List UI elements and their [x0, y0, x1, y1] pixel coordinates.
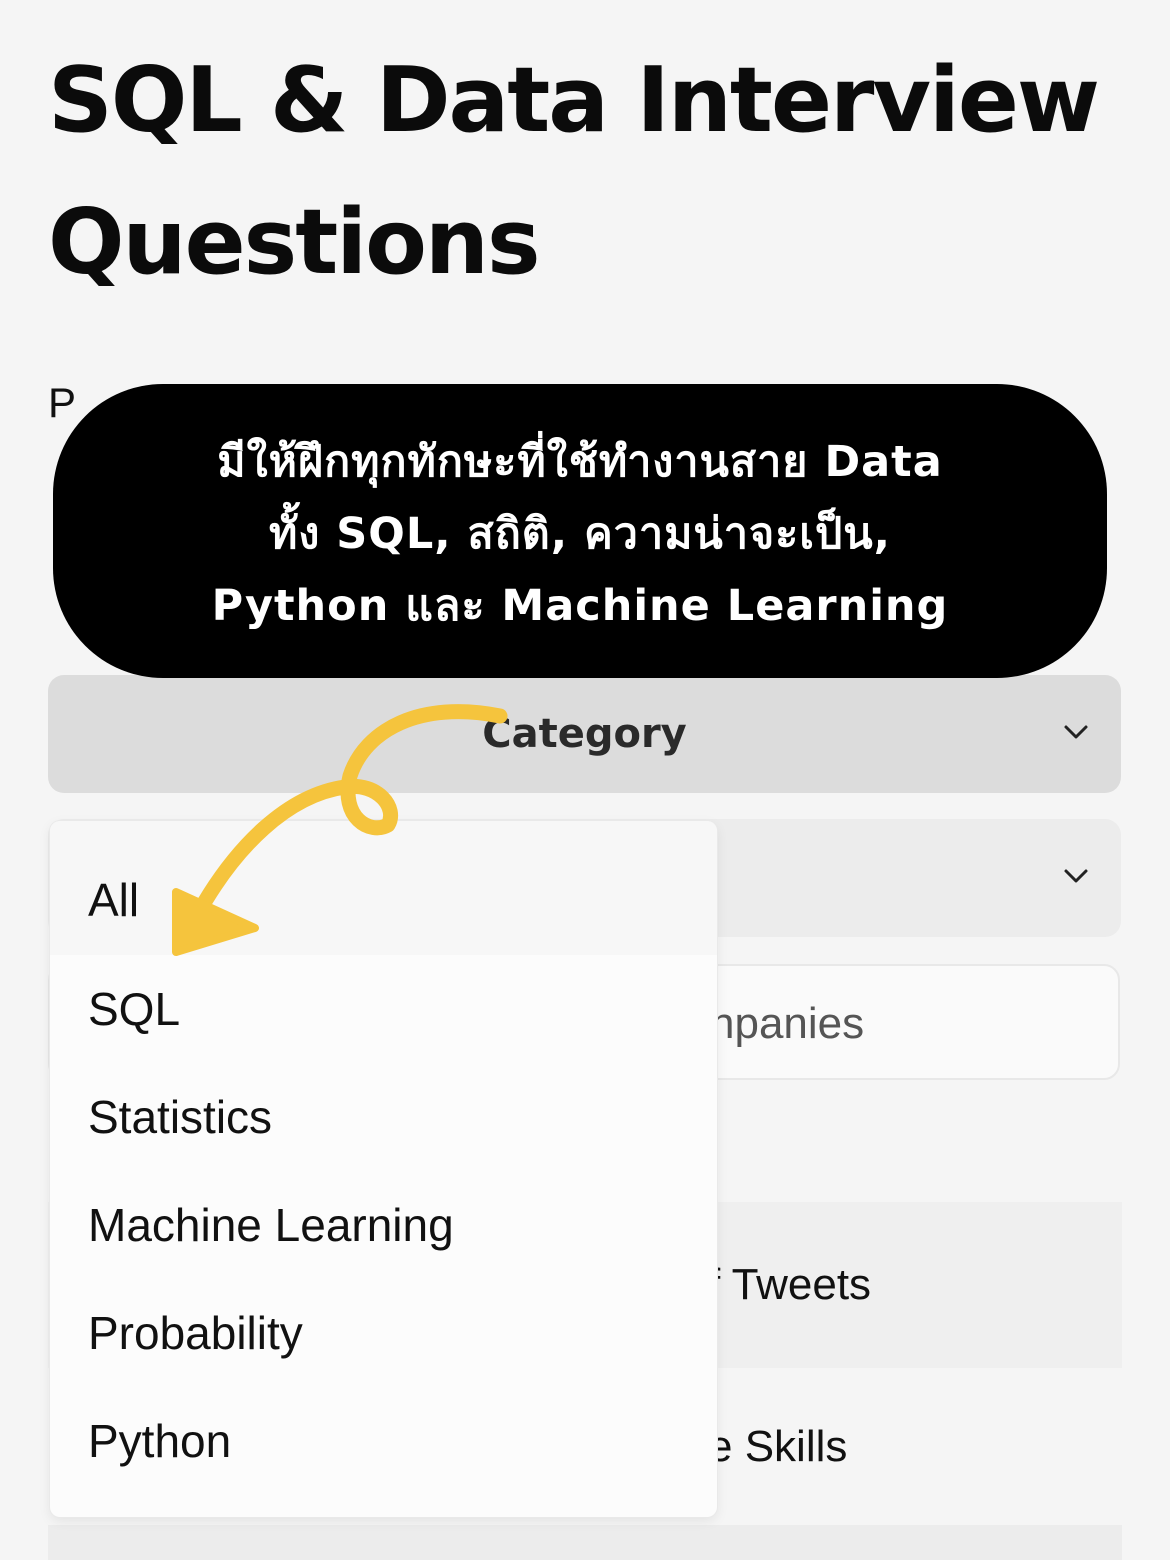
chevron-down-icon [1064, 725, 1088, 739]
category-dropdown[interactable]: All SQL Statistics Machine Learning Prob… [50, 821, 717, 1517]
category-option-statistics[interactable]: Statistics [50, 1063, 717, 1171]
category-label: Category [482, 711, 687, 757]
annotation-line: ทั้ง SQL, สถิติ, ความน่าจะเป็น, [268, 509, 891, 559]
annotation-line: Python และ Machine Learning [211, 581, 949, 631]
question-card[interactable] [48, 1525, 1122, 1560]
company-search-text: npanies [710, 999, 865, 1048]
question-title: e Skills [708, 1422, 848, 1471]
category-option-probability[interactable]: Probability [50, 1279, 717, 1387]
category-select[interactable]: Category [48, 675, 1121, 793]
annotation-line: มีให้ฝึกทุกทักษะที่ใช้ทำงานสาย Data [217, 437, 943, 487]
category-option-sql[interactable]: SQL [50, 955, 717, 1063]
category-option-all[interactable]: All [50, 821, 717, 955]
category-option-python[interactable]: Python [50, 1387, 717, 1495]
annotation-bubble: มีให้ฝึกทุกทักษะที่ใช้ทำงานสาย Data ทั้ง… [53, 384, 1107, 678]
category-option-machine-learning[interactable]: Machine Learning [50, 1171, 717, 1279]
chevron-down-icon [1064, 869, 1088, 883]
question-title: f Tweets [708, 1260, 872, 1309]
page-title: SQL & Data Interview Questions [48, 48, 1100, 295]
